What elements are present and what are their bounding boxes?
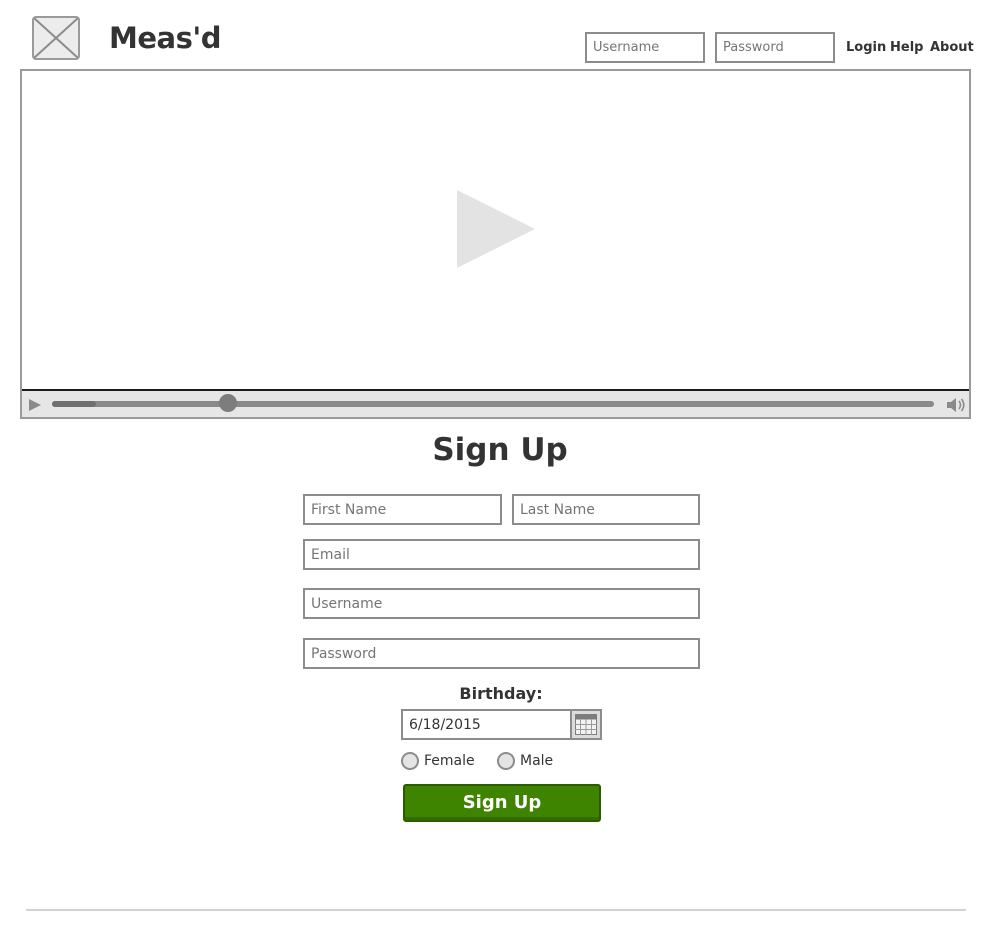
video-controls [22,389,969,417]
birthday-date-picker[interactable]: 6/18/2015 [401,709,602,740]
signup-submit-button[interactable]: Sign Up [403,784,601,822]
play-overlay-icon[interactable] [455,188,537,270]
birthday-label: Birthday: [459,684,543,703]
logo-placeholder-icon [32,16,80,60]
male-radio[interactable] [497,752,515,770]
video-player[interactable] [20,69,971,419]
email-input[interactable] [303,539,700,570]
footer-divider [26,909,966,911]
calendar-button[interactable] [570,711,600,738]
about-link[interactable]: About [930,40,974,55]
buffered-bar [52,401,96,407]
username-input[interactable] [303,588,700,619]
volume-icon[interactable] [946,397,966,413]
password-input[interactable] [303,638,700,669]
female-radio-label: Female [424,753,475,769]
signup-heading: Sign Up [432,432,568,468]
play-icon[interactable] [28,398,42,412]
help-link[interactable]: Help [890,40,923,55]
brand-title: Meas'd [109,21,222,55]
seek-handle[interactable] [219,394,238,412]
video-progress-track[interactable] [52,401,934,407]
first-name-input[interactable] [303,494,502,525]
calendar-icon [575,714,597,735]
header-password-input[interactable] [715,32,835,63]
female-radio[interactable] [401,752,419,770]
birthday-value[interactable]: 6/18/2015 [409,717,481,733]
header-username-input[interactable] [585,32,705,63]
last-name-input[interactable] [512,494,700,525]
male-radio-label: Male [520,753,554,769]
login-link[interactable]: Login [846,40,886,55]
